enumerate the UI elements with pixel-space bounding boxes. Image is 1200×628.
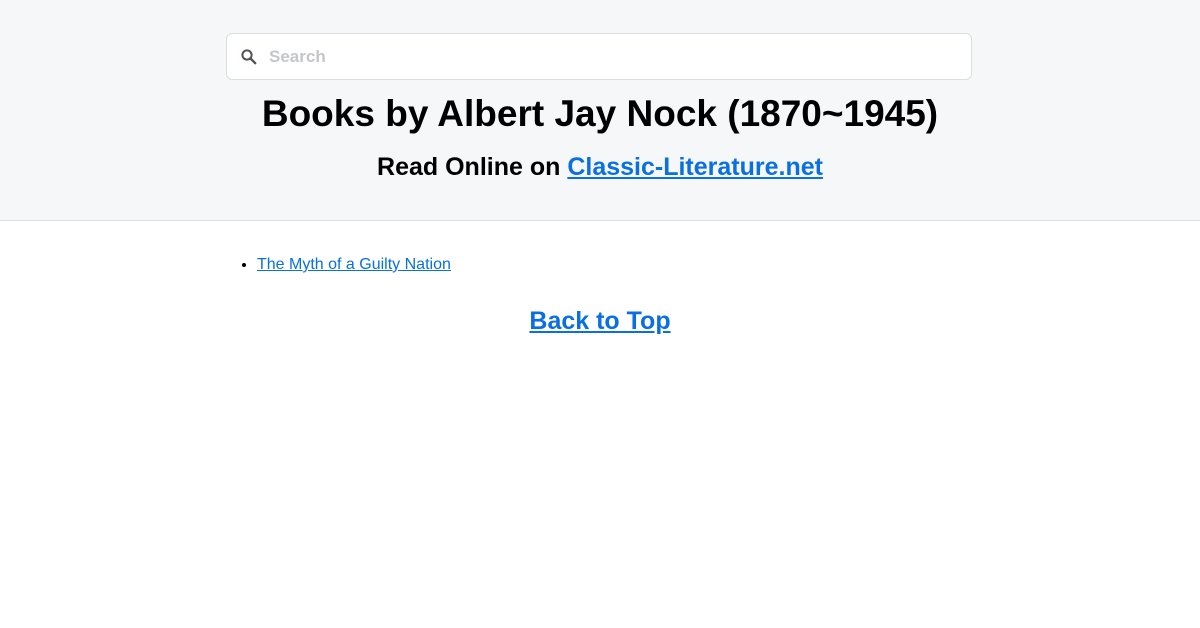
back-to-top-container: Back to Top: [0, 305, 1200, 337]
search-box[interactable]: [226, 33, 972, 80]
search-icon: [240, 48, 258, 66]
book-list: The Myth of a Guilty Nation: [257, 255, 451, 275]
list-item: The Myth of a Guilty Nation: [257, 255, 451, 275]
site-link[interactable]: Classic-Literature.net: [567, 153, 823, 181]
book-link[interactable]: The Myth of a Guilty Nation: [257, 256, 451, 273]
subtitle-prefix: Read Online on: [377, 153, 568, 181]
subtitle: Read Online on Classic-Literature.net: [0, 151, 1200, 183]
search-input[interactable]: [269, 34, 959, 79]
back-to-top-link[interactable]: Back to Top: [529, 307, 670, 335]
page-title: Books by Albert Jay Nock (1870~1945): [261, 93, 939, 134]
page-header: Books by Albert Jay Nock (1870~1945) Rea…: [0, 0, 1200, 221]
